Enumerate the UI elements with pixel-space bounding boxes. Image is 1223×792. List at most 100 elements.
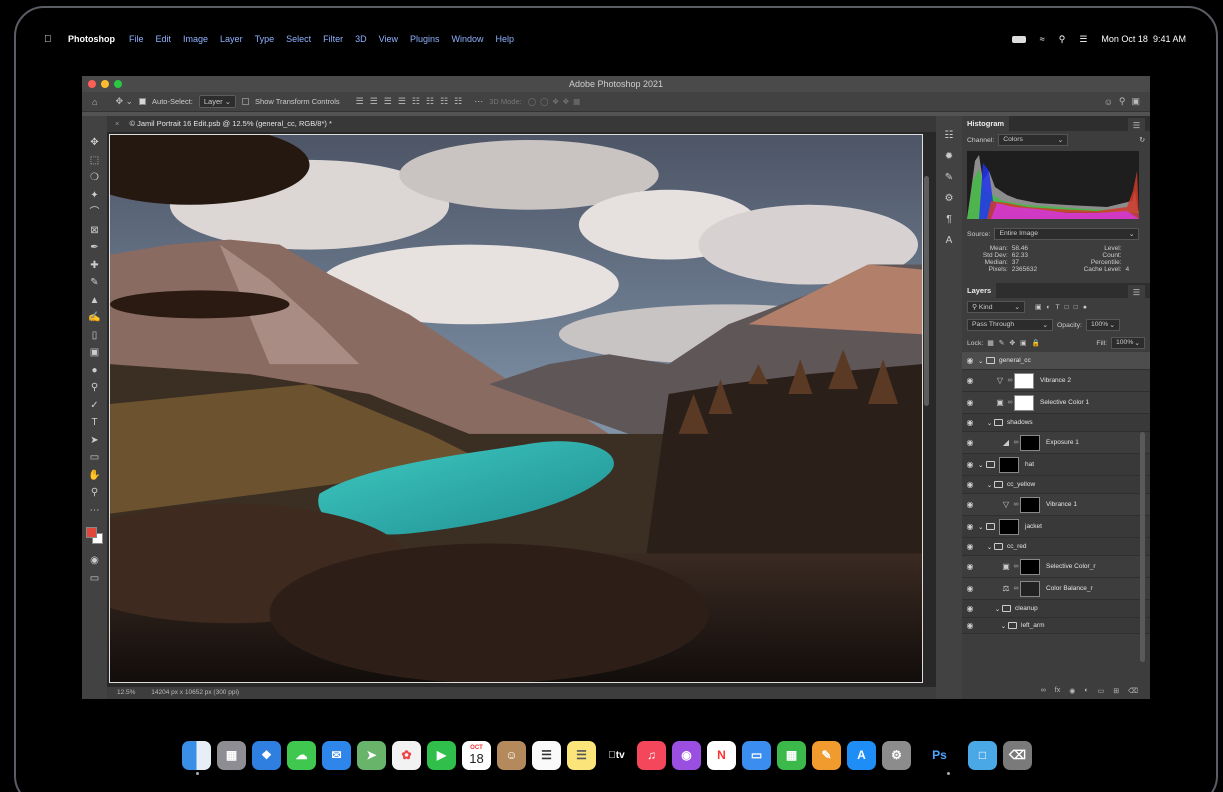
brush-tool-icon[interactable]: ✎ (90, 276, 98, 291)
menu-view[interactable]: View (379, 34, 398, 44)
zoom-tool-icon[interactable]: ⚲ (91, 486, 98, 501)
gradient-tool-icon[interactable]: ▣ (90, 346, 99, 361)
contacts-icon[interactable]: ☺ (497, 740, 526, 770)
workspace-icon[interactable]: ▣ (1131, 96, 1140, 107)
quick-mask-icon[interactable]: ◉ (90, 554, 99, 569)
close-window-button[interactable] (88, 80, 96, 88)
numbers-icon[interactable]: ▦ (777, 740, 806, 770)
lasso-tool-icon[interactable]: ❍ (90, 171, 99, 186)
layer-mask-thumbnail[interactable] (1020, 434, 1040, 451)
layer-style-icon[interactable]: fx (1055, 687, 1060, 699)
document-info[interactable]: 14204 px x 10652 px (300 ppi) (151, 689, 239, 696)
group-mask-thumbnail[interactable] (999, 456, 1019, 473)
crop-tool-icon[interactable]: ⌒ (90, 206, 100, 221)
hand-tool-icon[interactable]: ✋ (88, 469, 100, 484)
type-tool-icon[interactable]: T (91, 416, 97, 431)
layer-mask-thumbnail[interactable] (1014, 394, 1034, 411)
layer-row[interactable]: ◉ ⌄ cleanup (962, 600, 1150, 618)
screen-mode-icon[interactable]: ▭ (90, 572, 99, 587)
canvas-vertical-scrollbar[interactable] (924, 176, 929, 406)
battery-icon[interactable] (1011, 35, 1026, 43)
visibility-eye-icon[interactable]: ◉ (962, 398, 978, 407)
dodge-tool-icon[interactable]: ⚲ (91, 381, 98, 396)
edit-toolbar-icon[interactable]: ⋯ (90, 504, 100, 519)
control-center-icon[interactable]: ☰ (1079, 34, 1087, 45)
lock-icons[interactable]: ▦✎✥▣🔒 (987, 339, 1045, 347)
blur-tool-icon[interactable]: ● (91, 364, 97, 379)
source-dropdown[interactable]: Entire Image ⌄ (994, 228, 1140, 240)
launchpad-icon[interactable]: ▦ (217, 740, 246, 770)
menubar-time[interactable]: 9:41 AM (1153, 34, 1186, 44)
layer-row[interactable]: ◉ ▣ ∞ Selective Color_r (962, 556, 1150, 578)
quick-select-tool-icon[interactable]: ✦ (90, 189, 98, 204)
menu-file[interactable]: File (129, 34, 144, 44)
path-select-tool-icon[interactable]: ➤ (90, 434, 98, 449)
layer-filter-icons[interactable]: ▣◐T□□● (1035, 303, 1092, 311)
blend-mode-dropdown[interactable]: Pass Through ⌄ (967, 319, 1053, 331)
menu-filter[interactable]: Filter (323, 34, 343, 44)
calendar-icon[interactable]: OCT 18 (462, 740, 491, 770)
layer-row[interactable]: ◉ ⌄ shadows (962, 414, 1150, 432)
news-icon[interactable]: N (707, 740, 736, 770)
layer-mask-thumbnail[interactable] (1020, 558, 1040, 575)
marquee-tool-icon[interactable]: ⬚ (90, 154, 99, 169)
home-icon[interactable]: ⌂ (92, 97, 97, 107)
new-layer-icon[interactable]: ⊞ (1113, 687, 1119, 699)
color-panel-icon[interactable]: ✹ (945, 151, 953, 162)
pages-icon[interactable]: ✎ (812, 740, 841, 770)
visibility-eye-icon[interactable]: ◉ (962, 480, 978, 489)
close-document-icon[interactable]: × (115, 119, 119, 128)
minimize-window-button[interactable] (101, 80, 109, 88)
menu-edit[interactable]: Edit (156, 34, 172, 44)
layer-row[interactable]: ◉ ⌄ general_cc (962, 352, 1150, 370)
visibility-eye-icon[interactable]: ◉ (962, 542, 978, 551)
move-tool-icon[interactable]: ✥ ⌄ (115, 96, 133, 107)
group-mask-thumbnail[interactable] (999, 518, 1019, 535)
system-preferences-icon[interactable]: ⚙ (882, 740, 911, 770)
visibility-eye-icon[interactable]: ◉ (962, 604, 978, 613)
layer-kind-dropdown[interactable]: ⚲ Kind ⌄ (967, 301, 1025, 313)
trash-icon[interactable]: ⌫ (1128, 687, 1138, 699)
wifi-icon[interactable]: ≈ (1040, 34, 1045, 44)
menu-app-name[interactable]: Photoshop (68, 34, 115, 44)
keynote-icon[interactable]: ▭ (742, 740, 771, 770)
channel-dropdown[interactable]: Colors ⌄ (998, 134, 1069, 146)
visibility-eye-icon[interactable]: ◉ (962, 500, 978, 509)
messages-icon[interactable]: ☁ (287, 740, 316, 770)
visibility-eye-icon[interactable]: ◉ (962, 356, 978, 365)
adjustments-panel-icon[interactable]: ⚙ (945, 193, 954, 204)
menu-image[interactable]: Image (183, 34, 208, 44)
healing-brush-tool-icon[interactable]: ✚ (90, 259, 98, 274)
3d-mode-icons[interactable]: ◯◯✥✥▦ (528, 97, 584, 106)
visibility-eye-icon[interactable]: ◉ (962, 376, 978, 385)
document-tab[interactable]: × © Jamil Portrait 16 Edit.psb @ 12.5% (… (107, 116, 936, 132)
apple-icon[interactable]:  (44, 34, 56, 45)
visibility-eye-icon[interactable]: ◉ (962, 460, 978, 469)
add-mask-icon[interactable]: ◉ (1069, 687, 1075, 699)
menu-3d[interactable]: 3D (355, 34, 367, 44)
notes-icon[interactable]: ☰ (567, 740, 596, 770)
histogram-tab[interactable]: Histogram (962, 116, 1010, 131)
opacity-input[interactable]: 100% ⌄ (1085, 319, 1120, 331)
brushes-panel-icon[interactable]: ✎ (945, 172, 953, 183)
layers-scrollbar[interactable] (1140, 432, 1145, 662)
refresh-icon[interactable]: ↻ (1139, 136, 1145, 144)
layer-row[interactable]: ◉ ▣ ∞ Selective Color 1 (962, 392, 1150, 414)
layer-row[interactable]: ◉ ▽ ∞ Vibrance 2 (962, 370, 1150, 392)
document-canvas-image[interactable] (109, 134, 923, 683)
visibility-eye-icon[interactable]: ◉ (962, 438, 978, 447)
layer-mask-thumbnail[interactable] (1020, 496, 1040, 513)
facetime-icon[interactable]: ▶ (427, 740, 456, 770)
canvas-area[interactable] (107, 132, 936, 687)
visibility-eye-icon[interactable]: ◉ (962, 621, 978, 630)
layers-tab[interactable]: Layers (962, 283, 997, 298)
panel-menu-icon[interactable]: ☰ (1127, 118, 1145, 133)
menu-type[interactable]: Type (255, 34, 275, 44)
paragraph-panel-icon[interactable]: ¶ (946, 214, 951, 225)
layers-menu-icon[interactable]: ☰ (1127, 285, 1145, 300)
trash-dock-icon[interactable]: ⌫ (1003, 740, 1032, 770)
adjustment-layer-icon[interactable]: ◐ (1084, 687, 1088, 699)
new-group-icon[interactable]: ▭ (1098, 687, 1105, 699)
color-swatches[interactable] (85, 527, 104, 545)
search-icon[interactable]: ⚲ (1119, 96, 1126, 107)
